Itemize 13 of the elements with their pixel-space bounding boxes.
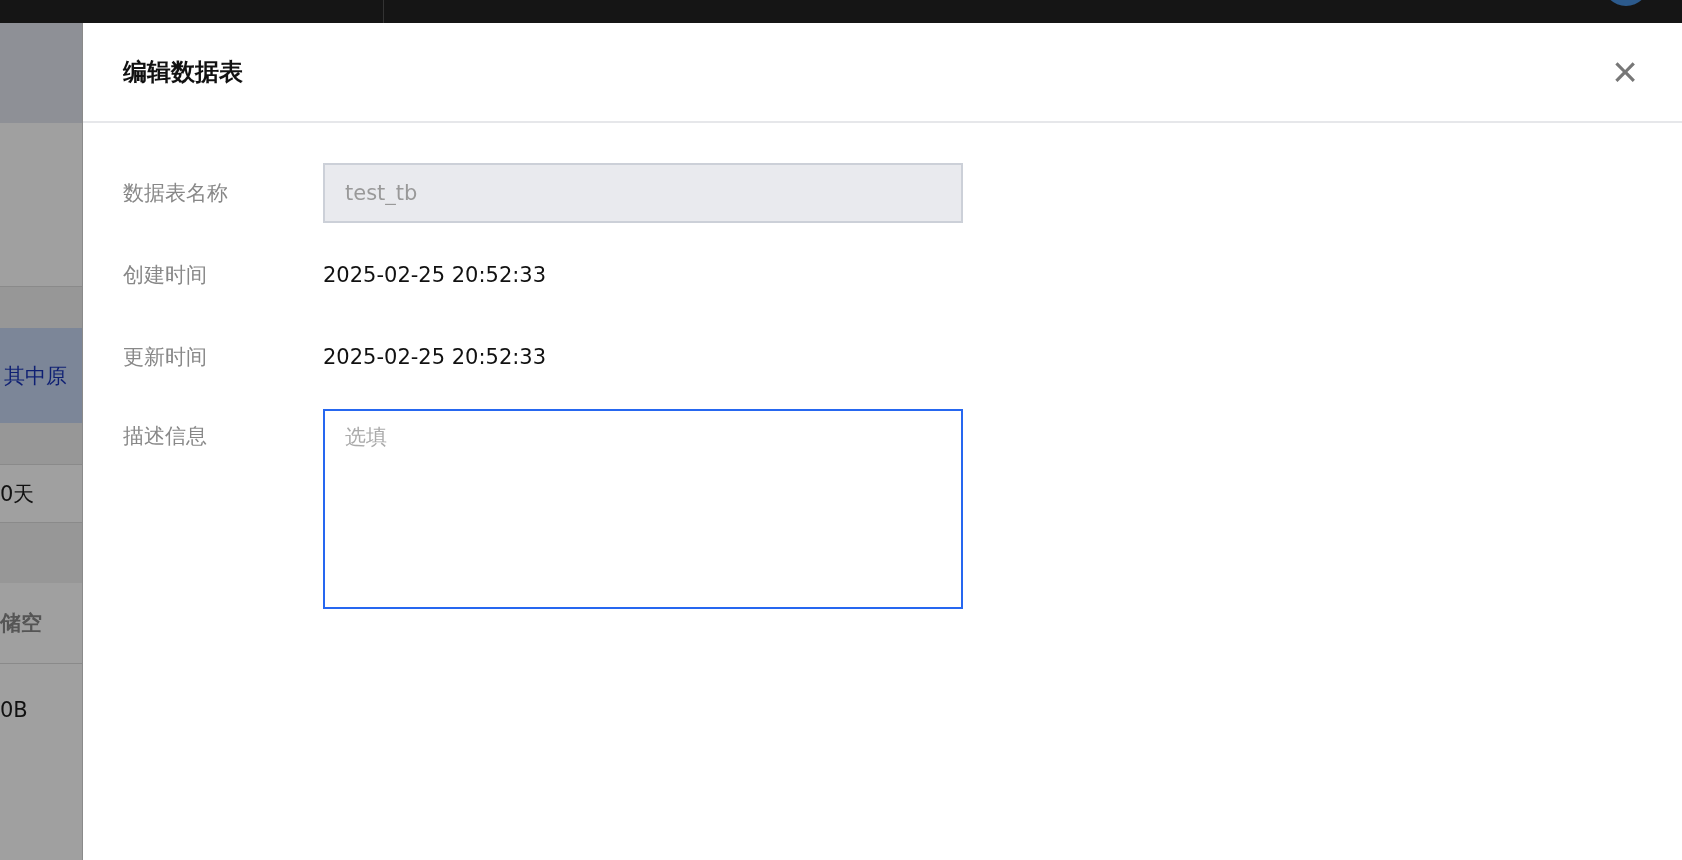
- field-label: 更新时间: [123, 344, 208, 371]
- field-value: 2025-02-25 20:52:33: [323, 262, 547, 289]
- field-value: 2025-02-25 20:52:33: [323, 344, 547, 371]
- field-label: 创建时间: [123, 262, 208, 289]
- table-cell-text: 其中原: [4, 362, 67, 390]
- table-cell-text: 0B: [0, 698, 28, 722]
- field-label: 数据表名称: [123, 180, 229, 207]
- field-label: 描述信息: [123, 423, 208, 450]
- close-button[interactable]: ×: [1608, 50, 1642, 94]
- drawer-title: 编辑数据表: [123, 57, 243, 88]
- table-cell-text: 0天: [0, 480, 35, 508]
- description-input-field[interactable]: 选填: [323, 409, 963, 609]
- table-cell-text: 储空: [0, 610, 42, 637]
